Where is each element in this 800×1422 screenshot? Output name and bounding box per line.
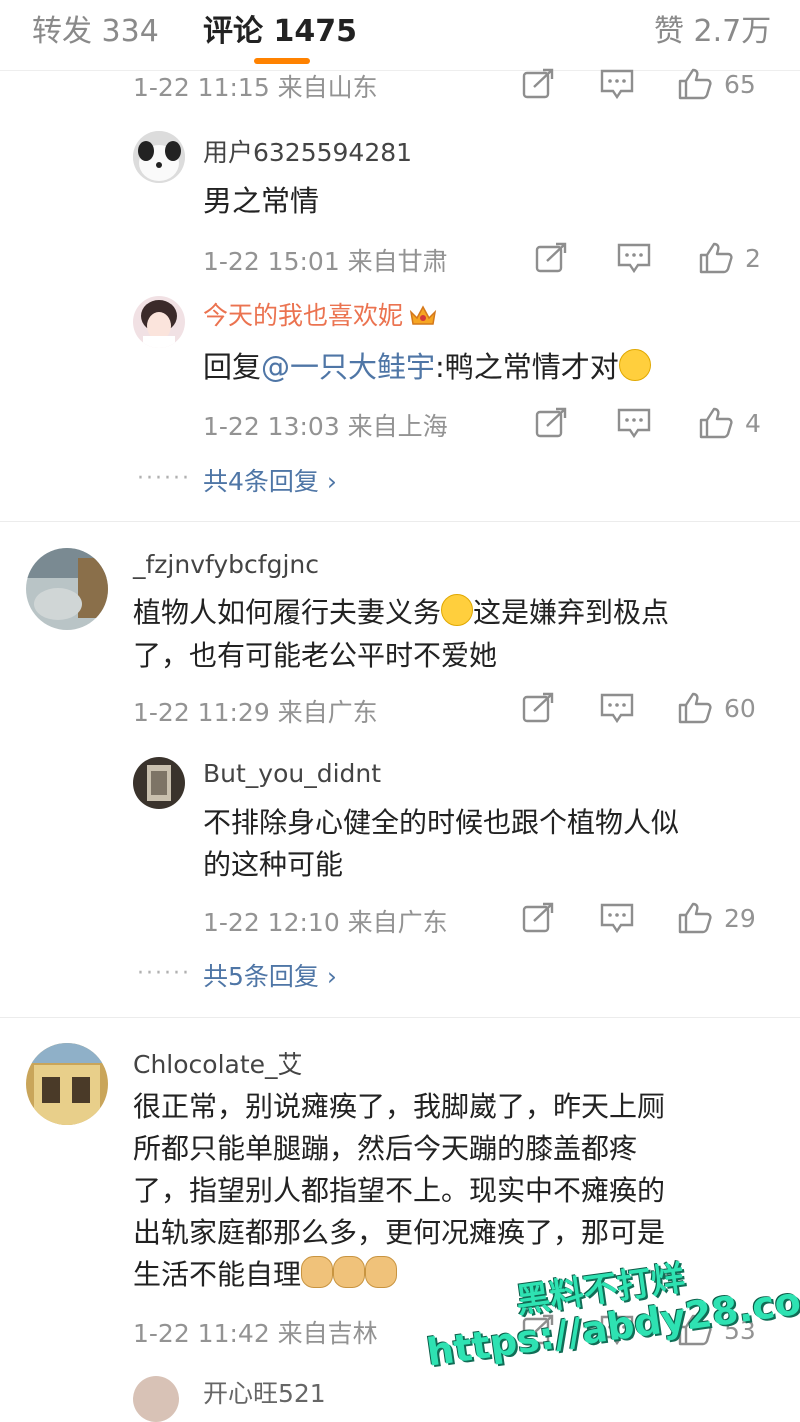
thumbs-up-icon bbox=[678, 692, 712, 724]
reply-text: 男之常情 bbox=[203, 184, 320, 218]
vip-username[interactable]: 今天的我也喜欢妮 bbox=[203, 296, 437, 332]
share-button[interactable] bbox=[533, 238, 571, 278]
like-count: 60 bbox=[724, 693, 756, 723]
crown-badge-icon bbox=[409, 305, 437, 325]
laugh-cry-emoji-icon bbox=[618, 349, 651, 381]
doge-emoji-icon bbox=[365, 1256, 398, 1288]
comment-text-line: 很正常，别说瘫痪了，我脚崴了，昨天上厕 bbox=[133, 1090, 666, 1123]
avatar[interactable] bbox=[133, 757, 185, 809]
comment-icon bbox=[617, 243, 651, 274]
share-button[interactable] bbox=[520, 688, 558, 728]
comment-text-line: 生活不能自理 bbox=[133, 1253, 398, 1293]
comment-button[interactable] bbox=[615, 238, 653, 278]
comment-text-line: 了，指望别人都指望不上。现实中不瘫痪的 bbox=[133, 1174, 666, 1207]
avatar[interactable] bbox=[26, 1043, 108, 1125]
like-count: 4 bbox=[745, 408, 761, 438]
avatar[interactable] bbox=[133, 296, 185, 348]
more-replies-link[interactable]: 共4条回复 › bbox=[203, 462, 337, 498]
like-count: 29 bbox=[724, 903, 756, 933]
like-button[interactable]: 65 bbox=[676, 64, 756, 104]
avatar-building-image bbox=[26, 1043, 108, 1125]
avatar-dark-image bbox=[133, 757, 185, 809]
comment-button[interactable] bbox=[598, 898, 636, 938]
like-button[interactable]: 4 bbox=[697, 403, 761, 443]
username[interactable]: _fzjnvfybcfgjnc bbox=[133, 550, 319, 579]
comment-icon bbox=[600, 693, 634, 724]
thumbs-up-icon bbox=[699, 242, 733, 274]
avatar-girl-image bbox=[133, 296, 185, 348]
action-row: 29 bbox=[520, 898, 780, 938]
like-count: 65 bbox=[724, 69, 756, 99]
like-button[interactable]: 2 bbox=[697, 238, 761, 278]
comment-text-part: 这是嫌弃到极点 bbox=[473, 596, 670, 629]
doge-emoji-icon bbox=[301, 1256, 334, 1288]
comment-text-line: 所都只能单腿蹦，然后今天蹦的膝盖都疼 bbox=[133, 1132, 638, 1165]
action-row: 2 bbox=[535, 238, 780, 278]
comment-icon bbox=[600, 69, 634, 100]
comment-button[interactable] bbox=[615, 403, 653, 443]
share-button[interactable] bbox=[520, 64, 558, 104]
avatar[interactable] bbox=[26, 548, 108, 630]
reply-meta: 1-22 15:01 来自甘肃 bbox=[203, 247, 448, 276]
share-icon bbox=[522, 692, 554, 723]
tab-likes[interactable]: 赞 2.7万 bbox=[654, 6, 771, 50]
comment-text-line: 了，也有可能老公平时不爱她 bbox=[133, 639, 498, 672]
comment-text-line: 出轨家庭都那么多，更何况瘫痪了，那可是 bbox=[133, 1216, 666, 1249]
action-row: 60 bbox=[520, 688, 780, 728]
reply-meta: 1-22 12:10 来自广东 bbox=[203, 908, 448, 937]
share-button[interactable] bbox=[533, 403, 571, 443]
active-tab-indicator bbox=[254, 58, 310, 64]
reply-text-line: 的这种可能 bbox=[203, 848, 344, 881]
action-row: 65 bbox=[520, 64, 780, 104]
thumbs-up-icon bbox=[678, 902, 712, 934]
avatar-dog-image bbox=[133, 131, 185, 183]
username[interactable]: But_you_didnt bbox=[203, 759, 381, 788]
tab-repost[interactable]: 转发 334 bbox=[32, 6, 159, 50]
divider bbox=[0, 1017, 800, 1018]
reply-text-line: 不排除身心健全的时候也跟个植物人似 bbox=[203, 806, 680, 839]
share-icon bbox=[522, 68, 554, 99]
comment-icon bbox=[600, 903, 634, 934]
comment-button[interactable] bbox=[598, 688, 636, 728]
reply-meta: 1-22 13:03 来自上海 bbox=[203, 412, 448, 441]
avatar[interactable] bbox=[133, 1376, 179, 1422]
reply-body: :鸭之常情才对 bbox=[435, 350, 619, 384]
avatar[interactable] bbox=[133, 131, 185, 183]
share-icon bbox=[535, 242, 567, 273]
tab-comments[interactable]: 评论 1475 bbox=[203, 6, 357, 50]
divider bbox=[0, 521, 800, 522]
comment-button[interactable] bbox=[598, 64, 636, 104]
username[interactable]: Chlocolate_艾 bbox=[133, 1045, 303, 1081]
doge-emoji-icon bbox=[333, 1256, 366, 1288]
username-text: 今天的我也喜欢妮 bbox=[203, 301, 404, 330]
more-replies-dots: ······ bbox=[137, 466, 191, 491]
like-button[interactable]: 29 bbox=[676, 898, 756, 938]
username[interactable]: 用户6325594281 bbox=[203, 133, 412, 169]
reply-text: 回复@一只大鲑宇:鸭之常情才对 bbox=[203, 344, 651, 386]
like-count: 2 bbox=[745, 243, 761, 273]
share-icon bbox=[522, 902, 554, 933]
username[interactable]: 开心旺521 bbox=[203, 1374, 326, 1410]
laugh-cry-emoji-icon bbox=[441, 594, 474, 626]
thumbs-up-icon bbox=[699, 407, 733, 439]
comment-meta: 1-22 11:29 来自广东 bbox=[133, 698, 378, 727]
share-button[interactable] bbox=[520, 898, 558, 938]
comment-text-line: 植物人如何履行夫妻义务 这是嫌弃到极点 bbox=[133, 591, 669, 631]
more-replies-dots: ······ bbox=[137, 961, 191, 986]
comment-text-part: 生活不能自理 bbox=[133, 1258, 302, 1291]
tab-bar: 转发 334 评论 1475 赞 2.7万 bbox=[0, 0, 800, 71]
reply-prefix: 回复 bbox=[203, 350, 262, 384]
avatar-room-image bbox=[26, 548, 108, 630]
thumbs-up-icon bbox=[678, 68, 712, 100]
comment-meta: 1-22 11:15 来自山东 bbox=[133, 73, 378, 102]
share-icon bbox=[535, 407, 567, 438]
more-replies-link[interactable]: 共5条回复 › bbox=[203, 957, 337, 993]
comment-text-part: 植物人如何履行夫妻义务 bbox=[133, 596, 442, 629]
comment-meta: 1-22 11:42 来自吉林 bbox=[133, 1319, 378, 1348]
comment-icon bbox=[617, 408, 651, 439]
mention-link[interactable]: @一只大鲑宇 bbox=[261, 350, 435, 384]
like-button[interactable]: 60 bbox=[676, 688, 756, 728]
action-row: 4 bbox=[535, 403, 780, 443]
